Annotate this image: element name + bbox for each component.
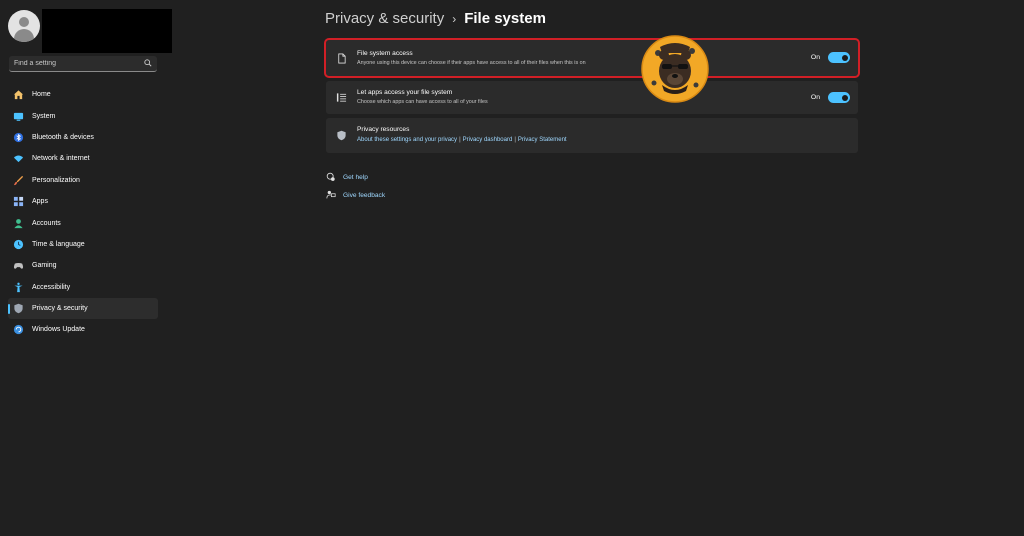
active-indicator [8,303,10,314]
sidebar-item-accessibility[interactable]: Accessibility [8,277,158,298]
give-feedback-link[interactable]: Give feedback [343,192,385,199]
shield-icon [337,130,346,141]
get-help-icon [326,172,335,181]
sidebar-item-label: Network & internet [32,155,90,163]
toggle-group: On [811,52,850,63]
privacy-resources-card: Privacy resources About these settings a… [326,118,858,153]
user-avatar[interactable] [8,10,40,42]
card-title: Privacy resources [357,126,410,133]
link-separator: | [514,137,516,143]
shield-icon [13,303,24,314]
account-info-redacted [42,9,172,53]
privacy-dashboard-link[interactable]: Privacy dashboard [463,137,513,143]
sidebar-item-label: Windows Update [32,326,85,334]
page-title: File system [464,10,546,27]
card-title: File system access [357,50,413,57]
give-feedback-row[interactable]: Give feedback [326,190,385,200]
search-icon[interactable] [144,59,152,67]
sidebar-item-accounts[interactable]: Accounts [8,212,158,233]
file-system-access-toggle[interactable] [828,52,850,63]
sidebar-item-label: Privacy & security [32,305,88,313]
sidebar-item-apps[interactable]: Apps [8,191,158,212]
let-apps-access-card: Let apps access your file system Choose … [326,81,858,114]
get-help-row[interactable]: Get help [326,172,368,182]
privacy-statement-link[interactable]: Privacy Statement [518,137,567,143]
sidebar-item-label: Apps [32,198,48,206]
list-icon [336,93,347,102]
sidebar-item-label: Bluetooth & devices [32,133,94,141]
sidebar-item-system[interactable]: System [8,105,158,126]
privacy-links: About these settings and your privacy | Pr… [357,137,567,143]
sidebar-item-home[interactable]: Home [8,84,158,105]
toggle-group: On [811,92,850,103]
bear-logo-badge [641,35,709,103]
system-icon [13,111,24,122]
breadcrumb-separator: › [452,11,457,26]
sidebar-item-label: Time & language [32,240,85,248]
sidebar-item-label: Personalization [32,176,80,184]
link-separator: | [459,137,461,143]
sidebar-item-gaming[interactable]: Gaming [8,255,158,276]
home-icon [13,89,24,100]
card-title: Let apps access your file system [357,89,453,96]
accounts-icon [13,218,24,229]
card-subtitle: Choose which apps can have access to all… [357,99,488,105]
search-box[interactable] [9,56,157,72]
about-privacy-link[interactable]: About these settings and your privacy [357,137,457,143]
sidebar-item-windows-update[interactable]: Windows Update [8,319,158,340]
accessibility-icon [13,282,24,293]
brush-icon [13,175,24,186]
gaming-icon [13,260,24,271]
search-input[interactable] [9,56,144,71]
document-icon [338,53,346,64]
sidebar-item-label: System [32,112,56,120]
get-help-link[interactable]: Get help [343,174,368,181]
sidebar-item-bluetooth[interactable]: Bluetooth & devices [8,127,158,148]
windows-update-icon [13,324,24,335]
network-icon [13,153,24,164]
sidebar-item-label: Accessibility [32,283,71,291]
card-subtitle: Anyone using this device can choose if t… [357,60,586,66]
sidebar-item-network[interactable]: Network & internet [8,148,158,169]
toggle-state-label: On [810,94,820,101]
bluetooth-icon [13,132,24,143]
sidebar-item-label: Accounts [32,219,61,227]
file-system-access-card: File system access Anyone using this dev… [324,38,860,78]
sidebar-nav: Home System Bluetooth & devices Network … [8,84,158,341]
sidebar-item-time-language[interactable]: Time & language [8,234,158,255]
sidebar-item-personalization[interactable]: Personalization [8,170,158,191]
breadcrumb-parent[interactable]: Privacy & security [325,10,444,27]
let-apps-access-toggle[interactable] [828,92,850,103]
sidebar-item-privacy-security[interactable]: Privacy & security [8,297,158,320]
sidebar-item-label: Gaming [32,262,57,270]
sidebar-item-label: Home [32,91,51,99]
time-language-icon [13,239,24,250]
feedback-icon [326,190,336,199]
settings-window: Home System Bluetooth & devices Network … [0,0,1024,536]
toggle-state-label: On [810,54,820,61]
breadcrumb: Privacy & security › File system [325,10,546,27]
apps-icon [13,196,24,207]
